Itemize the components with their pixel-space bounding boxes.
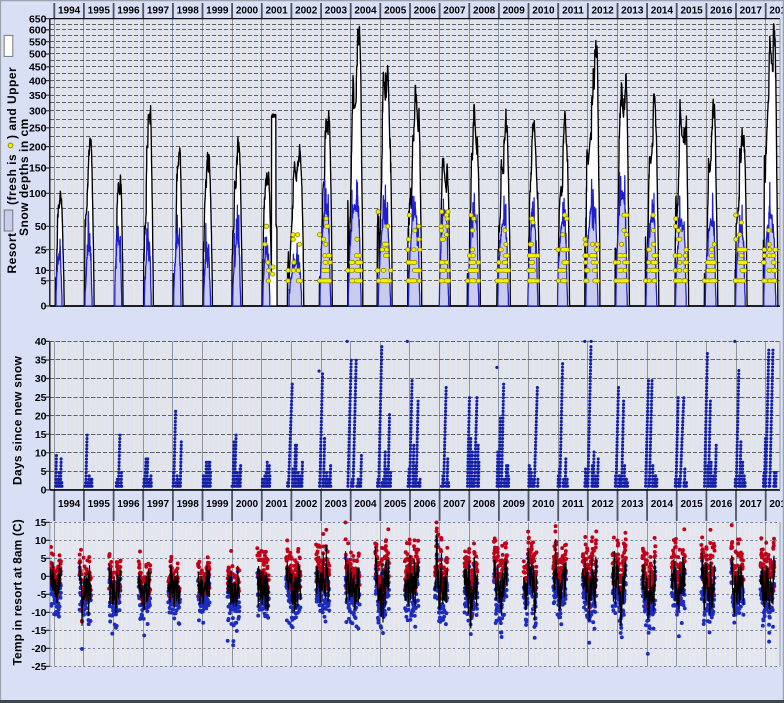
svg-text:2011: 2011: [562, 5, 584, 16]
svg-text:450: 450: [29, 62, 47, 74]
svg-text:2005: 2005: [384, 499, 407, 510]
svg-text:25: 25: [35, 244, 47, 256]
svg-text:1997: 1997: [147, 5, 170, 16]
svg-text:350: 350: [29, 90, 47, 102]
svg-text:35: 35: [35, 355, 47, 367]
svg-text:2002: 2002: [295, 499, 318, 510]
svg-text:2014: 2014: [651, 5, 674, 16]
svg-text:2017: 2017: [740, 499, 763, 510]
svg-text:5: 5: [41, 553, 47, 565]
svg-text:2012: 2012: [591, 499, 614, 510]
svg-text:40: 40: [35, 336, 47, 348]
svg-text:1996: 1996: [117, 499, 140, 510]
svg-text:2006: 2006: [414, 5, 437, 16]
svg-text:2008: 2008: [473, 499, 496, 510]
svg-text:1995: 1995: [88, 499, 111, 510]
svg-text:500: 500: [29, 49, 47, 61]
svg-text:1994: 1994: [58, 499, 81, 510]
svg-text:Days since new snow: Days since new snow: [11, 356, 25, 485]
svg-text:2010: 2010: [532, 5, 555, 16]
svg-text:5: 5: [41, 466, 47, 478]
svg-text:2014: 2014: [651, 499, 674, 510]
svg-text:-15: -15: [31, 625, 46, 637]
svg-text:2009: 2009: [503, 5, 526, 16]
svg-text:1998: 1998: [177, 5, 200, 16]
svg-text:0: 0: [41, 301, 47, 313]
svg-text:2008: 2008: [473, 5, 496, 16]
svg-text:1997: 1997: [147, 499, 170, 510]
svg-text:2016: 2016: [710, 5, 733, 16]
svg-text:250: 250: [29, 123, 47, 135]
svg-text:2009: 2009: [503, 499, 526, 510]
svg-text:600: 600: [29, 25, 47, 37]
svg-text:0: 0: [41, 571, 47, 583]
svg-text:25: 25: [35, 392, 47, 404]
svg-text:1994: 1994: [58, 5, 81, 16]
svg-text:2003: 2003: [325, 5, 348, 16]
svg-text:2013: 2013: [621, 499, 644, 510]
svg-text:2018: 2018: [769, 499, 784, 510]
svg-text:2012: 2012: [591, 5, 614, 16]
svg-text:0: 0: [41, 485, 47, 497]
svg-text:2005: 2005: [384, 5, 407, 16]
svg-text:1996: 1996: [117, 5, 140, 16]
svg-text:400: 400: [29, 75, 47, 87]
svg-text:1999: 1999: [206, 5, 229, 16]
svg-text:200: 200: [29, 141, 47, 153]
svg-text:15: 15: [35, 429, 47, 441]
svg-text:Snow depths in cm: Snow depths in cm: [17, 118, 31, 236]
svg-text:2015: 2015: [680, 5, 703, 16]
svg-text:2007: 2007: [443, 5, 466, 16]
svg-text:2002: 2002: [295, 5, 318, 16]
svg-text:2011: 2011: [562, 499, 584, 510]
svg-text:2006: 2006: [414, 499, 437, 510]
svg-text:2013: 2013: [621, 5, 644, 16]
svg-text:2017: 2017: [740, 5, 763, 16]
svg-text:2001: 2001: [265, 5, 288, 16]
svg-text:2004: 2004: [354, 5, 377, 16]
svg-text:2000: 2000: [236, 5, 259, 16]
svg-text:10: 10: [35, 535, 47, 547]
svg-text:30: 30: [35, 373, 47, 385]
svg-text:2004: 2004: [354, 499, 377, 510]
svg-text:2018: 2018: [769, 5, 784, 16]
svg-text:-5: -5: [37, 589, 46, 601]
svg-text:1995: 1995: [88, 5, 111, 16]
svg-text:300: 300: [29, 106, 47, 118]
svg-text:Temp in resort at 8am (C): Temp in resort at 8am (C): [11, 519, 25, 665]
svg-text:10: 10: [35, 265, 47, 277]
svg-text:2015: 2015: [680, 499, 703, 510]
svg-text:-10: -10: [31, 607, 46, 619]
svg-text:1998: 1998: [177, 499, 200, 510]
svg-text:1999: 1999: [206, 499, 229, 510]
svg-text:2001: 2001: [265, 499, 288, 510]
svg-text:2000: 2000: [236, 499, 259, 510]
svg-text:2003: 2003: [325, 499, 348, 510]
svg-text:-25: -25: [31, 661, 46, 673]
svg-text:2016: 2016: [710, 499, 733, 510]
svg-text:Resort: Resort: [5, 232, 19, 273]
svg-text:50: 50: [35, 221, 47, 233]
svg-text:-20: -20: [31, 643, 46, 655]
svg-text:2010: 2010: [532, 499, 555, 510]
svg-text:10: 10: [35, 448, 47, 460]
svg-text:2007: 2007: [443, 499, 466, 510]
svg-text:150: 150: [29, 163, 47, 175]
svg-text:15: 15: [35, 517, 47, 529]
svg-text:550: 550: [29, 36, 47, 48]
svg-text:5: 5: [41, 276, 47, 288]
svg-text:100: 100: [29, 188, 47, 200]
svg-text:650: 650: [29, 13, 47, 25]
svg-text:20: 20: [35, 410, 47, 422]
